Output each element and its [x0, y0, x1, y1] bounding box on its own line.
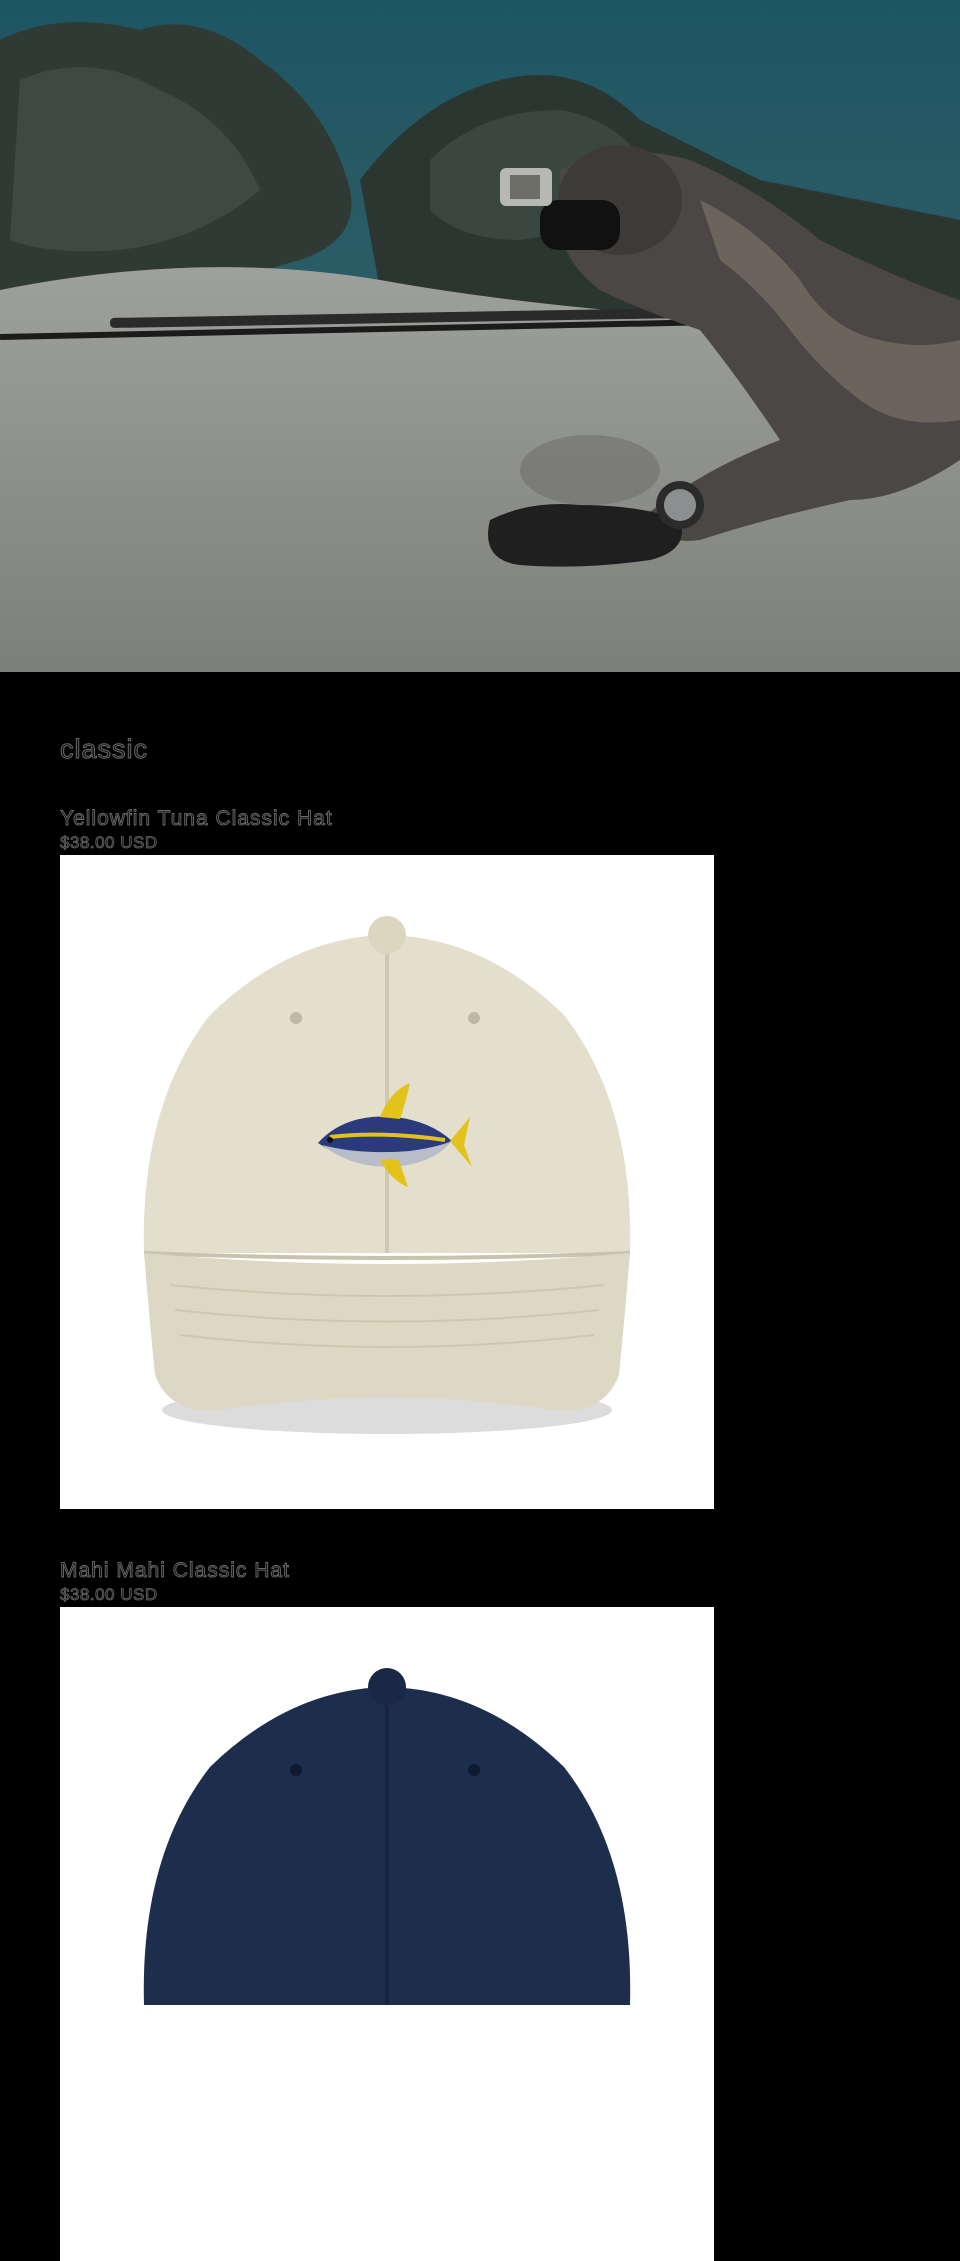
hero-banner	[0, 0, 960, 672]
product-price: $38.00 USD	[60, 1585, 158, 1605]
navy-cap-with-mahi-mahi-embroidery	[60, 1607, 714, 2261]
product-card[interactable]: Yellowfin Tuna Classic Hat $38.00 USD	[60, 806, 714, 1509]
product-name-link[interactable]: Yellowfin Tuna Classic Hat	[60, 806, 714, 832]
product-name[interactable]: Yellowfin Tuna Classic Hat	[60, 806, 714, 832]
product-image[interactable]	[60, 1607, 714, 2261]
product-name[interactable]: Mahi Mahi Classic Hat	[60, 1558, 714, 1584]
product-image[interactable]	[60, 855, 714, 1509]
beige-cap-with-yellowfin-tuna-embroidery	[60, 855, 714, 1509]
spearfisher-underwater-photo	[0, 0, 960, 672]
product-card[interactable]: Mahi Mahi Classic Hat $38.00 USD	[60, 1558, 714, 2261]
product-price: $38.00 USD	[60, 833, 158, 853]
product-name-link[interactable]: Mahi Mahi Classic Hat	[60, 1558, 714, 1584]
collection-title: classic	[59, 734, 149, 765]
